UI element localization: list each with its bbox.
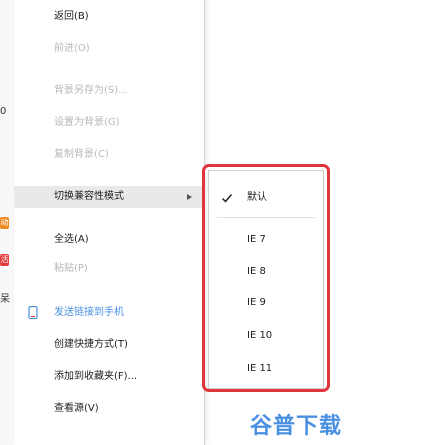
menu-item-label: 全选(A) [54, 234, 89, 245]
menu-item-label: 切换兼容性模式 [54, 191, 124, 202]
menu-item-label: 查看源(V) [54, 403, 99, 414]
highlight-frame [202, 164, 330, 392]
menu-item-forward[interactable]: 前进(O) [14, 38, 204, 60]
context-menu: 返回(B) 前进(O) 背景另存为(S)... 设置为背景(G) 复制背景(C)… [14, 0, 205, 445]
submenu-arrow-icon [187, 194, 192, 200]
phone-icon [28, 306, 38, 319]
menu-item-create-shortcut[interactable]: 创建快捷方式(T) [14, 334, 204, 356]
watermark-logo: 谷普下载 [250, 414, 343, 439]
menu-item-label: 背景另存为(S)... [54, 85, 128, 96]
menu-item-paste[interactable]: 粘贴(P) [14, 258, 204, 280]
menu-item-add-favorites[interactable]: 添加到收藏夹(F)... [14, 366, 204, 388]
menu-item-label: 复制背景(C) [54, 149, 109, 160]
page-edge-glyph: 0 [0, 106, 7, 117]
menu-item-label: 设置为背景(G) [54, 117, 120, 128]
menu-item-select-all[interactable]: 全选(A) [14, 229, 204, 251]
menu-item-label: 前进(O) [54, 43, 90, 54]
menu-item-view-source[interactable]: 查看源(V) [14, 398, 204, 420]
menu-item-label: 粘贴(P) [54, 263, 88, 274]
menu-item-save-background[interactable]: 背景另存为(S)... [14, 80, 204, 102]
page-edge: 0 动 活 呆 [0, 0, 15, 445]
menu-item-send-to-phone[interactable]: 发送链接到手机 [14, 302, 204, 324]
menu-item-label: 创建快捷方式(T) [54, 339, 128, 350]
page-edge-badge: 活 [0, 254, 9, 266]
page-edge-glyph: 呆 [0, 294, 10, 305]
page-edge-badge: 动 [0, 217, 9, 229]
menu-item-label: 添加到收藏夹(F)... [54, 371, 138, 382]
menu-item-set-background[interactable]: 设置为背景(G) [14, 112, 204, 134]
menu-item-label: 返回(B) [54, 11, 89, 22]
menu-item-label: 发送链接到手机 [54, 307, 124, 318]
menu-item-compat-mode[interactable]: 切换兼容性模式 [14, 186, 204, 208]
menu-item-back[interactable]: 返回(B) [14, 6, 204, 28]
menu-item-copy-background[interactable]: 复制背景(C) [14, 144, 204, 166]
